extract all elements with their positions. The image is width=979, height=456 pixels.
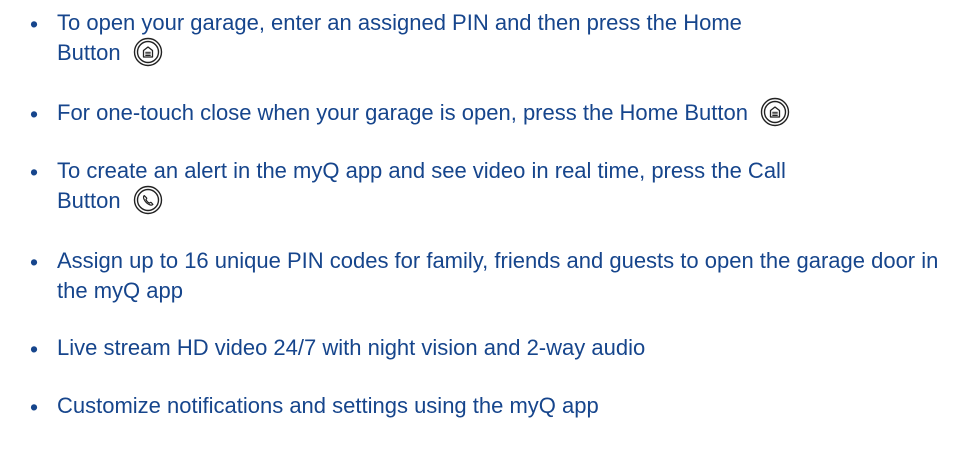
home-button-icon [133, 37, 163, 67]
bullet-text-line: Button [57, 40, 121, 65]
bullet-text: To create an alert in the myQ app and se… [57, 156, 967, 217]
bullet-dot: • [30, 159, 39, 185]
bullet-text-line: Button [57, 188, 121, 213]
bullet-text: Assign up to 16 unique PIN codes for fam… [57, 248, 939, 303]
bullet-text: Live stream HD video 24/7 with night vis… [57, 335, 646, 360]
bullet-text-line: To create an alert in the myQ app and se… [57, 158, 786, 183]
bullet-dot: • [30, 101, 39, 127]
bullet-text-line: For one-touch close when your garage is … [57, 100, 748, 125]
call-button-icon [133, 185, 163, 215]
bullet-dot: • [30, 394, 39, 420]
bullet-dot: • [30, 336, 39, 362]
bullet-text: For one-touch close when your garage is … [57, 97, 967, 129]
bullet-text: Customize notifications and settings usi… [57, 393, 599, 418]
bullet-dot: • [30, 249, 39, 275]
bullet-dot: • [30, 11, 39, 37]
bullet-text: To open your garage, enter an assigned P… [57, 8, 967, 69]
home-button-icon [760, 97, 790, 127]
bullet-text-line: To open your garage, enter an assigned P… [57, 10, 742, 35]
